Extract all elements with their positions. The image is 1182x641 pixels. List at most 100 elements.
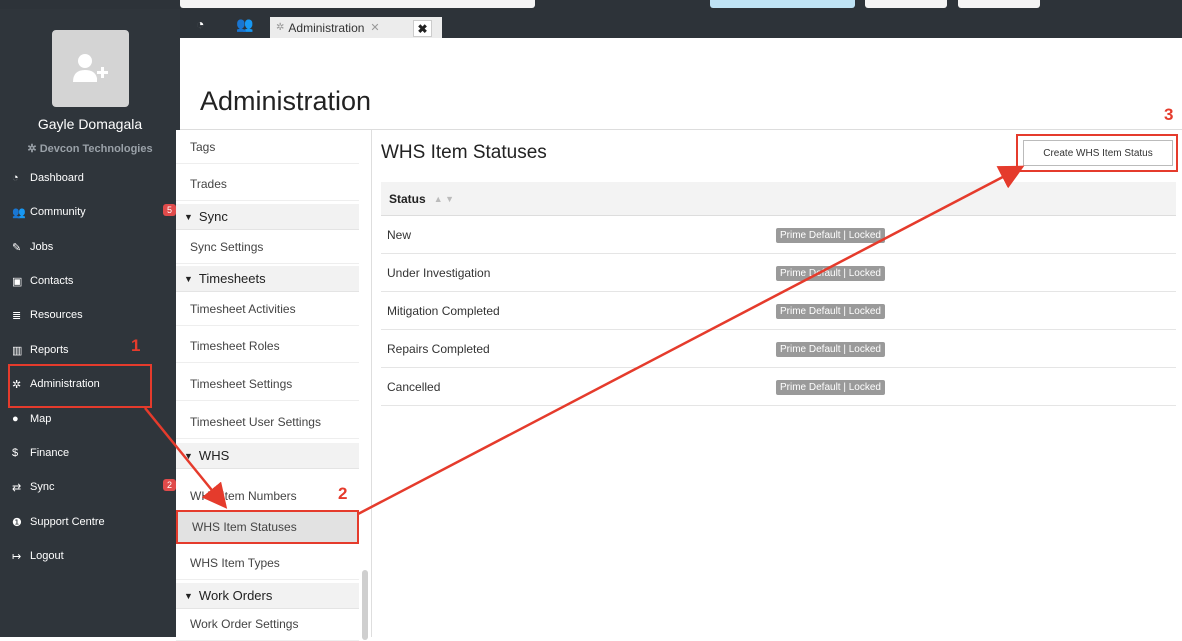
sidebar-item-label: Community xyxy=(30,206,86,218)
notification-badge: 5 xyxy=(162,204,176,216)
bar-chart-icon: ▥ xyxy=(12,344,23,357)
section-header-whs[interactable]: ▼ WHS xyxy=(176,443,359,469)
gear-icon: ✲ xyxy=(12,378,22,391)
top-search-field[interactable] xyxy=(180,0,535,8)
sidebar-item-reports[interactable]: ▥ Reports xyxy=(0,335,180,365)
settings-item-timesheet-activities[interactable]: Timesheet Activities xyxy=(176,292,359,326)
settings-item-label: Work Orders xyxy=(198,588,273,603)
wrench-icon: ✎ xyxy=(12,241,22,254)
status-badge: Prime Default | Locked xyxy=(776,380,885,395)
users-icon: 👥 xyxy=(12,206,26,219)
notification-badge: 2 xyxy=(162,479,176,491)
settings-item-whs-item-types[interactable]: WHS Item Types xyxy=(176,546,359,580)
status-badge: Prime Default | Locked xyxy=(776,266,885,281)
sidebar-item-dashboard[interactable]: ◔ Dashboard xyxy=(0,163,180,193)
top-button-tertiary[interactable] xyxy=(958,0,1040,8)
triangle-down-icon: ▼ xyxy=(184,273,193,284)
settings-item-whs-item-statuses[interactable]: WHS Item Statuses xyxy=(176,510,359,544)
settings-scrollbar[interactable] xyxy=(362,570,368,640)
logout-icon: ↦ xyxy=(12,550,22,563)
triangle-down-icon: ▼ xyxy=(184,211,193,222)
settings-list: Tags Trades ▼ Sync Sync Settings ▼ Timesheets T… xyxy=(176,130,372,641)
section-header-work-orders[interactable]: ▼ Work Orders xyxy=(176,583,359,609)
tab-label: Administration xyxy=(288,20,365,35)
sidebar-item-label: Support Centre xyxy=(30,516,105,528)
sidebar-item-finance[interactable]: $ Finance xyxy=(0,438,180,468)
sync-icon: ⇄ xyxy=(12,481,22,494)
page-title: Administration xyxy=(200,86,372,116)
settings-item-label: Timesheet Activities xyxy=(190,301,296,316)
sidebar-item-administration[interactable]: ✲ Administration xyxy=(0,369,180,399)
sidebar-item-label: Logout xyxy=(30,550,64,562)
settings-item-label: WHS Item Types xyxy=(190,555,280,570)
sidebar: Gayle Domagala ✲ Devcon Technologies ◔ Da… xyxy=(0,9,180,637)
status-name: Under Investigation xyxy=(387,266,491,280)
settings-item-label: Sync xyxy=(198,209,228,224)
close-all-tabs-button[interactable]: ✖ xyxy=(413,20,432,37)
status-name: New xyxy=(387,228,412,242)
sidebar-item-label: Sync xyxy=(30,481,55,493)
gear-icon: ✲ xyxy=(276,22,285,33)
sidebar-item-jobs[interactable]: ✎ Jobs xyxy=(0,232,180,262)
sidebar-item-label: Contacts xyxy=(30,275,74,287)
settings-item-label: Timesheet User Settings xyxy=(190,414,321,429)
settings-item-trades[interactable]: Trades xyxy=(176,167,359,201)
sidebar-item-contacts[interactable]: ▣ Contacts xyxy=(0,266,180,296)
table-row[interactable]: New Prime Default | Locked xyxy=(381,216,1176,254)
status-badge: Prime Default | Locked xyxy=(776,228,885,243)
status-name: Mitigation Completed xyxy=(387,304,500,318)
add-user-icon xyxy=(72,53,108,82)
sidebar-item-label: Dashboard xyxy=(30,172,84,184)
users-tab-icon[interactable]: 👥 xyxy=(236,16,253,33)
table-row[interactable]: Repairs Completed Prime Default | Locked xyxy=(381,330,1176,368)
database-icon: ≣ xyxy=(12,309,22,322)
sidebar-item-resources[interactable]: ≣ Resources xyxy=(0,300,180,330)
sidebar-item-label: Resources xyxy=(30,309,83,321)
settings-item-whs-item-numbers[interactable]: WHS Item Numbers xyxy=(176,479,359,513)
sidebar-item-label: Finance xyxy=(30,447,70,459)
company-name: ✲ Devcon Technologies xyxy=(27,143,153,155)
info-icon: ❶ xyxy=(12,516,22,529)
avatar[interactable] xyxy=(52,30,129,107)
settings-item-label: Sync Settings xyxy=(190,239,264,254)
table-row[interactable]: Mitigation Completed Prime Default | Lock… xyxy=(381,292,1176,330)
section-header-sync[interactable]: ▼ Sync xyxy=(176,204,359,230)
settings-item-timesheet-roles[interactable]: Timesheet Roles xyxy=(176,329,359,363)
settings-item-label: WHS xyxy=(198,448,230,463)
top-bar xyxy=(0,0,1182,9)
status-name: Cancelled xyxy=(387,380,441,394)
sidebar-item-map[interactable]: ● Map xyxy=(0,404,180,434)
sidebar-item-label: Jobs xyxy=(30,241,54,253)
contacts-icon: ▣ xyxy=(12,275,23,288)
settings-item-label: Work Order Settings xyxy=(190,616,299,631)
tab-bar: ◔ 👥 ✲ Administration ✕ ✖ xyxy=(180,9,1182,38)
settings-item-sync-settings[interactable]: Sync Settings xyxy=(176,230,359,264)
table-header-status[interactable]: Status ▲ ▼ xyxy=(381,182,1176,216)
settings-item-label: WHS Item Numbers xyxy=(190,488,297,503)
top-button-secondary[interactable] xyxy=(865,0,947,8)
settings-item-timesheet-settings[interactable]: Timesheet Settings xyxy=(176,367,359,401)
sidebar-item-community[interactable]: 👥 Community 5 xyxy=(0,197,180,227)
status-name: Repairs Completed xyxy=(387,342,490,356)
sort-icon[interactable]: ▲ ▼ xyxy=(434,194,454,204)
sidebar-item-logout[interactable]: ↦ Logout xyxy=(0,541,180,571)
table-row[interactable]: Cancelled Prime Default | Locked xyxy=(381,368,1176,406)
dashboard-tab-icon[interactable]: ◔ xyxy=(196,16,204,32)
create-whs-item-status-button[interactable]: Create WHS Item Status xyxy=(1023,140,1173,166)
settings-item-tags[interactable]: Tags xyxy=(176,130,359,164)
table-row[interactable]: Under Investigation Prime Default | Locke… xyxy=(381,254,1176,292)
top-button-primary[interactable] xyxy=(710,0,855,8)
settings-item-work-order-settings[interactable]: Work Order Settings xyxy=(176,607,359,641)
sidebar-item-sync[interactable]: ⇄ Sync 2 xyxy=(0,472,180,502)
section-header-timesheets[interactable]: ▼ Timesheets xyxy=(176,266,359,292)
triangle-down-icon: ▼ xyxy=(184,590,193,601)
panel-title: WHS Item Statuses xyxy=(381,142,547,163)
triangle-down-icon: ▼ xyxy=(184,450,193,461)
settings-item-timesheet-user-settings[interactable]: Timesheet User Settings xyxy=(176,405,359,439)
sidebar-item-label: Reports xyxy=(30,344,69,356)
dollar-icon: $ xyxy=(12,447,19,459)
globe-icon: ● xyxy=(12,413,19,425)
sidebar-item-support-centre[interactable]: ❶ Support Centre xyxy=(0,507,180,537)
settings-item-label: Tags xyxy=(190,139,216,154)
tab-close-icon[interactable]: ✕ xyxy=(370,21,379,34)
